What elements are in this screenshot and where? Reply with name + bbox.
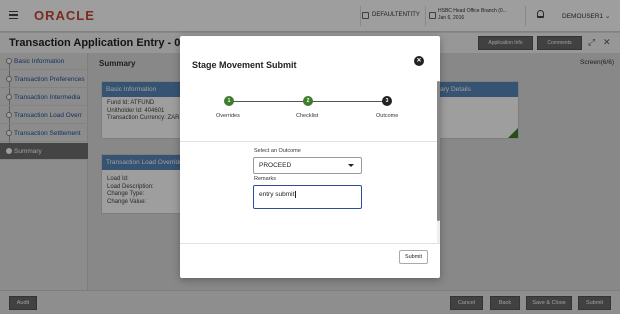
remarks-textarea[interactable]: entry submit <box>253 185 362 209</box>
step-1-label: Overrides <box>216 113 240 119</box>
outcome-label: Select an Outcome <box>254 148 301 154</box>
remarks-text: entry submit <box>259 191 295 198</box>
step-1-indicator[interactable]: 1 <box>224 96 234 106</box>
divider <box>180 243 440 244</box>
step-2-indicator[interactable]: 2 <box>303 96 313 106</box>
dialog-title: Stage Movement Submit <box>192 60 297 70</box>
caret-down-icon <box>348 164 354 167</box>
step-3-indicator[interactable]: 3 <box>382 96 392 106</box>
remarks-label: Remarks <box>254 176 277 182</box>
step-3-label: Outcome <box>376 113 399 119</box>
outcome-select[interactable]: PROCEED <box>253 157 362 174</box>
dialog-submit-button[interactable]: Submit <box>399 250 428 264</box>
step-connector <box>308 101 387 102</box>
stage-movement-submit-dialog: Stage Movement Submit ✕ 1 2 3 Overrides … <box>180 36 440 278</box>
text-cursor <box>295 191 297 198</box>
step-connector <box>229 101 308 102</box>
step-2-label: Checklist <box>296 113 319 119</box>
divider <box>180 141 440 142</box>
outcome-selected-value: PROCEED <box>259 162 292 169</box>
dialog-scrollbar-thumb[interactable] <box>437 81 440 221</box>
close-icon[interactable]: ✕ <box>414 56 424 66</box>
